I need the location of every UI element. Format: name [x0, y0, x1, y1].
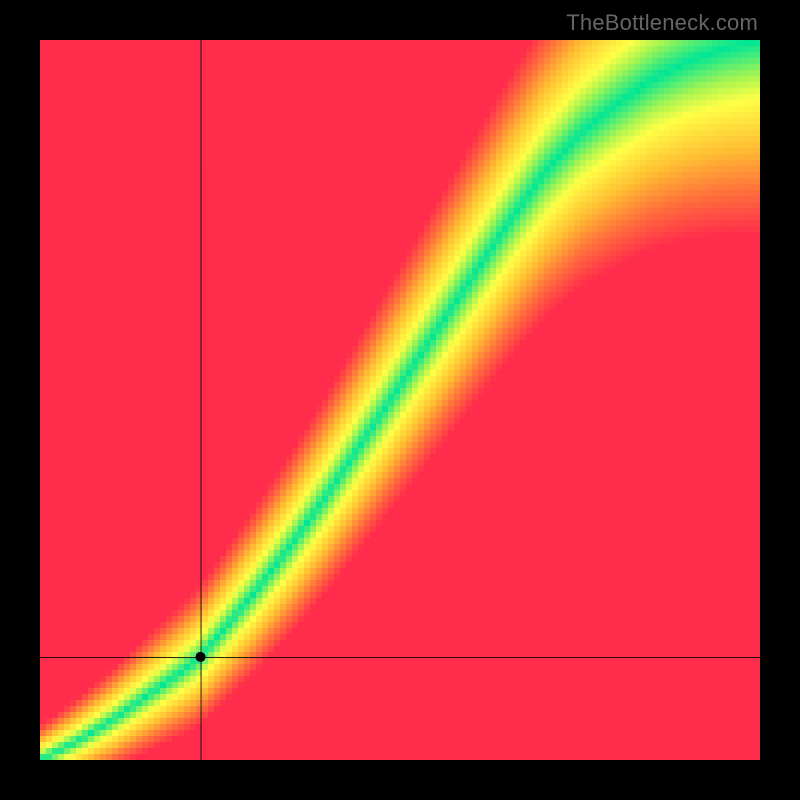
chart-frame: TheBottleneck.com	[0, 0, 800, 800]
bottleneck-heatmap	[40, 40, 760, 760]
plot-area	[40, 40, 760, 760]
watermark-label: TheBottleneck.com	[566, 10, 758, 36]
